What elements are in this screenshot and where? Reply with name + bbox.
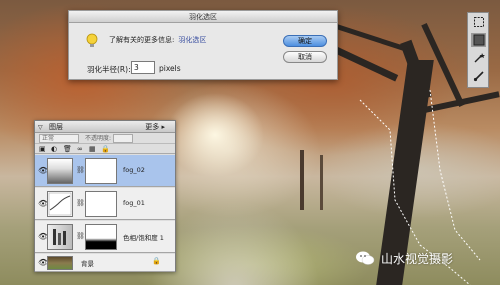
tool-palette xyxy=(467,12,489,88)
lock-transparency-icon[interactable]: ▦ xyxy=(89,144,96,154)
lightbulb-icon xyxy=(86,33,98,47)
layers-tab[interactable]: 图层 xyxy=(49,121,63,133)
watermark: 山水视觉摄影 xyxy=(355,247,453,269)
lock-all-icon[interactable]: 🔒 xyxy=(101,144,110,154)
adjustment-layer-icon[interactable]: ◐ xyxy=(51,144,57,154)
layer-thumbnail xyxy=(47,256,73,270)
layer-mask-thumbnail[interactable] xyxy=(85,158,117,184)
mask-link-icon[interactable]: ⛓ xyxy=(76,232,85,240)
cancel-button[interactable]: 取消 xyxy=(283,51,327,63)
more-menu-button[interactable]: 更多 ▸ xyxy=(145,121,165,133)
layer-row-fog-02[interactable]: 👁 ⛓ fog_02 xyxy=(35,155,175,187)
delete-layer-icon[interactable]: 🗑 xyxy=(63,144,72,154)
layer-name: fog_02 xyxy=(123,166,145,174)
layer-actions: ▣ ◐ 🗑 ∞ ▦ 🔒 xyxy=(35,144,175,154)
watermark-text: 山水视觉摄影 xyxy=(381,251,454,266)
layers-header: ▽ 图层 更多 ▸ xyxy=(35,121,175,133)
layer-options: 正常 不透明度: xyxy=(35,133,175,144)
layer-mask-thumbnail[interactable] xyxy=(85,224,117,250)
learn-more-text: 了解有关的更多信息: 羽化选区 xyxy=(109,35,206,45)
marquee-icon[interactable] xyxy=(471,15,486,29)
layer-name: 背景 xyxy=(81,260,94,268)
mask-link-icon[interactable]: ⛓ xyxy=(76,199,85,207)
ok-button[interactable]: 确定 xyxy=(283,35,327,47)
help-link[interactable]: 羽化选区 xyxy=(178,36,206,44)
mask-icon[interactable] xyxy=(471,33,486,47)
layer-name: fog_01 xyxy=(123,199,145,207)
link-layers-icon[interactable]: ∞ xyxy=(77,144,83,154)
opacity-input[interactable] xyxy=(113,134,133,143)
layers-panel: ▽ 图层 更多 ▸ 正常 不透明度: ▣ ◐ 🗑 ∞ ▦ 🔒 👁 ⛓ fog_0… xyxy=(34,120,176,272)
layer-thumbnail xyxy=(47,191,73,217)
magic-wand-icon[interactable] xyxy=(471,51,486,65)
adjustment-thumbnail xyxy=(47,224,73,250)
brush-icon[interactable] xyxy=(471,69,486,83)
learn-more-label: 了解有关的更多信息: xyxy=(109,36,175,44)
layer-row-hue-saturation[interactable]: 👁 ⛓ 色相/饱和度 1 xyxy=(35,221,175,253)
layer-row-fog-01[interactable]: 👁 ⛓ fog_01 xyxy=(35,188,175,220)
layer-row-background[interactable]: 👁 背景 🔒 xyxy=(35,254,175,272)
feather-dialog: 羽化选区 了解有关的更多信息: 羽化选区 羽化半径(R): 3 pixels 确定… xyxy=(68,10,338,80)
feather-radius-input[interactable]: 3 xyxy=(131,61,155,74)
feather-radius-label: 羽化半径(R): xyxy=(87,65,131,74)
wechat-icon xyxy=(356,251,375,265)
opacity-label: 不透明度: xyxy=(85,135,112,142)
new-layer-icon[interactable]: ▣ xyxy=(39,144,46,154)
radius-unit-label: pixels xyxy=(159,64,181,73)
layer-mask-thumbnail[interactable] xyxy=(85,191,117,217)
mask-link-icon[interactable]: ⛓ xyxy=(76,166,85,174)
layer-name: 色相/饱和度 1 xyxy=(123,234,164,242)
blend-mode-select[interactable]: 正常 xyxy=(39,134,79,143)
layer-thumbnail xyxy=(47,158,73,184)
lock-icon: 🔒 xyxy=(152,257,161,265)
collapse-triangle-icon[interactable]: ▽ xyxy=(38,124,43,131)
dialog-title: 羽化选区 xyxy=(69,11,337,23)
